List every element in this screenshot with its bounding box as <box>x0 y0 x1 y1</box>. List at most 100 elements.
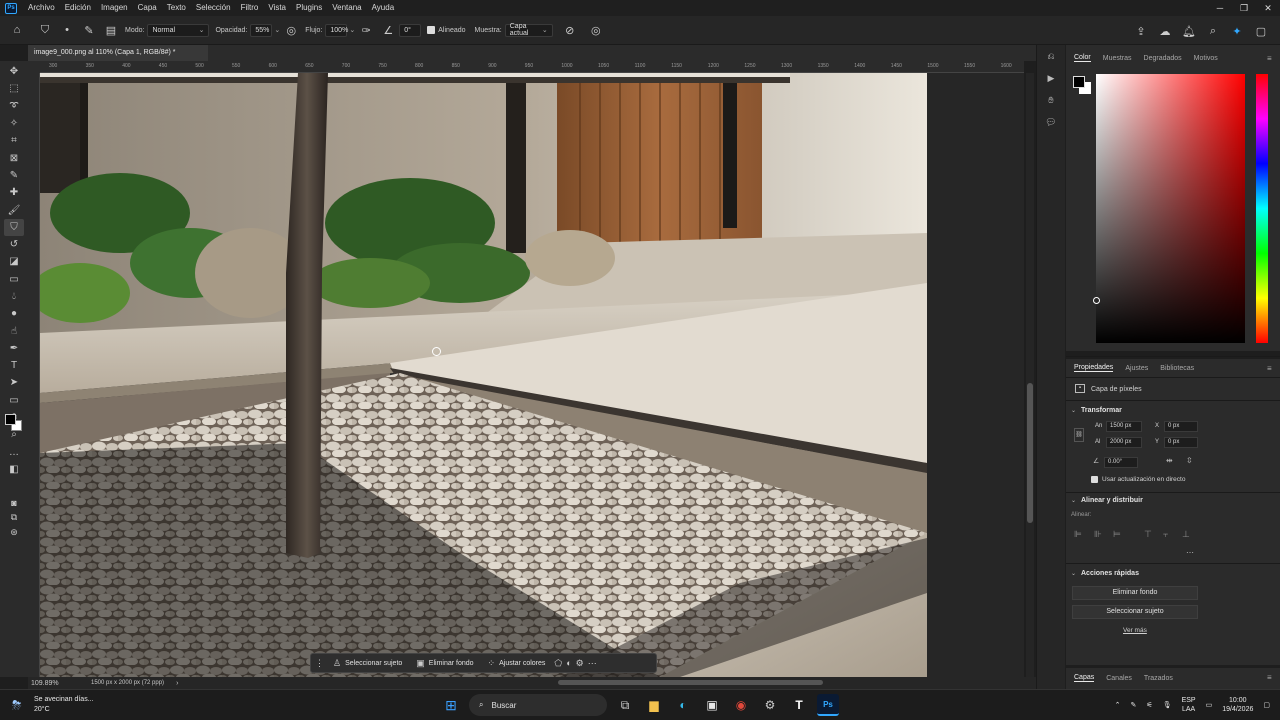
tab-paths[interactable]: Trazados <box>1144 675 1173 682</box>
tab-patterns[interactable]: Motivos <box>1194 55 1218 62</box>
flip-horizontal-icon[interactable]: ⇹ <box>1166 456 1173 465</box>
chrome-browser-icon[interactable]: ◉ <box>730 694 752 716</box>
healing-brush-tool-icon[interactable]: ✚ <box>4 184 24 201</box>
tab-gradients[interactable]: Degradados <box>1144 55 1182 62</box>
type-tool-icon[interactable]: T <box>4 357 24 374</box>
magic-wand-tool-icon[interactable]: ✧ <box>4 115 24 132</box>
align-top-icon[interactable]: ⊤ <box>1144 529 1152 540</box>
flow-field[interactable]: 100% <box>325 23 348 37</box>
panel-menu-icon[interactable]: ≡ <box>1267 54 1272 63</box>
align-center-horizontal-icon[interactable]: ⊪ <box>1094 529 1102 540</box>
image-canvas[interactable] <box>40 73 927 677</box>
menu-imagen[interactable]: Imagen <box>96 0 133 16</box>
link-icon[interactable]: ⛓ <box>1074 428 1084 442</box>
x-field[interactable]: 0 px <box>1164 421 1198 432</box>
frame-tool-icon[interactable]: ⊠ <box>4 149 24 166</box>
typora-app-icon[interactable]: T <box>788 694 810 716</box>
tab-layers[interactable]: Capas <box>1074 674 1095 682</box>
angle-field[interactable]: 0.00° <box>1104 457 1138 468</box>
remove-background-button[interactable]: ▣ Eliminar fondo <box>411 656 478 670</box>
more-options-icon[interactable]: ⋯ <box>588 658 597 669</box>
close-icon[interactable]: ✕ <box>1256 0 1280 16</box>
lasso-tool-icon[interactable]: ➰︎ <box>4 98 24 115</box>
quick-mask-icon[interactable]: ◙ <box>11 498 16 508</box>
flip-vertical-icon[interactable]: ⇳ <box>1186 456 1193 465</box>
hue-slider[interactable] <box>1256 74 1268 343</box>
history-brush-tool-icon[interactable]: ↺ <box>4 236 24 253</box>
clone-stamp-tool-icon[interactable]: ⛉ <box>36 21 54 39</box>
generative-icon[interactable]: ⚙ <box>576 658 584 669</box>
crop-tool-icon[interactable]: ⌗ <box>4 132 24 149</box>
comments-panel-icon[interactable]: 💬︎ <box>1043 117 1059 133</box>
chevron-up-icon[interactable]: ⌃ <box>1115 701 1121 709</box>
menu-edicion[interactable]: Edición <box>60 0 96 16</box>
height-field[interactable]: 2000 px <box>1106 437 1142 448</box>
actions-panel-icon[interactable]: ▶ <box>1043 73 1059 89</box>
pen-icon[interactable]: ✎ <box>1131 701 1137 709</box>
photoshop-taskbar-icon[interactable]: Ps <box>817 694 839 716</box>
menu-archivo[interactable]: Archivo <box>23 0 60 16</box>
windows-start-icon[interactable]: ⊞ <box>440 694 462 716</box>
chevron-down-icon[interactable]: ⌄ <box>349 26 355 34</box>
clock[interactable]: 10:00 19/4/2026 <box>1222 696 1253 714</box>
align-middle-vertical-icon[interactable]: ⫟ <box>1163 529 1168 540</box>
default-colors-icon[interactable]: ◧ <box>4 461 24 478</box>
tab-color[interactable]: Color <box>1074 54 1091 62</box>
file-explorer-icon[interactable]: ▆ <box>643 694 665 716</box>
foreground-color-swatch[interactable] <box>5 414 16 425</box>
rectangle-tool-icon[interactable]: ▭ <box>4 392 24 409</box>
align-right-icon[interactable]: ⊨ <box>1113 529 1121 540</box>
wifi-off-icon[interactable]: ⚟ <box>1146 701 1152 709</box>
clone-source-icon[interactable]: ▤ <box>102 21 120 39</box>
angle-icon[interactable]: ∠ <box>379 21 397 39</box>
brush-size-icon[interactable]: • <box>58 21 76 39</box>
width-field[interactable]: 1500 px <box>1106 421 1142 432</box>
select-subject-button[interactable]: ♙ Seleccionar sujeto <box>328 656 407 670</box>
discover-icon[interactable]: ✦ <box>1228 22 1246 40</box>
clone-stamp-tool-icon[interactable]: ⛉ <box>4 218 24 236</box>
workspace-icon[interactable]: ▢ <box>1252 22 1270 40</box>
see-more-link[interactable]: Ver más <box>1123 627 1147 634</box>
opacity-field[interactable]: 55% <box>250 23 273 37</box>
panel-menu-icon[interactable]: ≡ <box>1267 364 1272 373</box>
menu-vista[interactable]: Vista <box>263 0 291 16</box>
vertical-scrollbar[interactable] <box>1026 73 1034 677</box>
document-tab[interactable]: image9_000.png al 110% (Capa 1, RGB/8#) … <box>28 45 208 61</box>
screen-mode-icon[interactable]: ⧉ <box>11 512 17 523</box>
bell-icon[interactable]: 🔔︎ <box>1180 22 1198 40</box>
microphone-icon[interactable]: 🎙︎ <box>1163 701 1172 709</box>
adjust-colors-button[interactable]: ⁘ Ajustar colores <box>483 656 551 670</box>
maximize-icon[interactable]: ❐ <box>1232 0 1256 16</box>
status-menu-icon[interactable]: › <box>176 680 178 687</box>
pen-tool-icon[interactable]: ✒ <box>4 340 24 357</box>
tab-properties[interactable]: Propiedades <box>1074 364 1114 372</box>
share-icon[interactable]: ⇪ <box>1132 22 1150 40</box>
menu-plugins[interactable]: Plugins <box>291 0 327 16</box>
tab-swatches[interactable]: Muestras <box>1103 55 1132 62</box>
color-picker-field[interactable] <box>1096 74 1245 343</box>
language-indicator[interactable]: ESP LAA <box>1182 696 1196 714</box>
minimize-icon[interactable]: ─ <box>1208 0 1232 16</box>
store-icon[interactable]: ▣ <box>701 694 723 716</box>
network-icon[interactable]: ▭ <box>1206 701 1213 709</box>
live-update-checkbox[interactable] <box>1091 476 1098 483</box>
notifications-icon[interactable]: ▢ <box>1263 701 1270 709</box>
menu-capa[interactable]: Capa <box>133 0 162 16</box>
align-left-icon[interactable]: ⊫ <box>1074 529 1082 540</box>
eraser-tool-icon[interactable]: ◪ <box>4 253 24 270</box>
transform-icon[interactable]: ⬠ <box>554 658 562 669</box>
menu-ventana[interactable]: Ventana <box>327 0 366 16</box>
gradient-tool-icon[interactable]: ▭ <box>4 271 24 288</box>
eyedropper-tool-icon[interactable]: ✎ <box>4 167 24 184</box>
more-options-icon[interactable]: ⋯ <box>1186 548 1194 557</box>
aligned-checkbox[interactable] <box>427 26 436 34</box>
brush-panel-icon[interactable]: ✋︎ <box>1043 95 1059 111</box>
zoom-level[interactable]: 109.89% <box>31 680 71 687</box>
color-panel-foreground-swatch[interactable] <box>1073 76 1085 88</box>
task-view-icon[interactable]: ⧉ <box>614 694 636 716</box>
smudge-tool-icon[interactable]: ☝︎ <box>4 322 24 339</box>
menu-seleccion[interactable]: Selección <box>191 0 236 16</box>
y-field[interactable]: 0 px <box>1164 437 1198 448</box>
select-subject-panel-button[interactable]: Seleccionar sujeto <box>1072 605 1198 619</box>
marquee-tool-icon[interactable]: ⬚ <box>4 80 24 97</box>
